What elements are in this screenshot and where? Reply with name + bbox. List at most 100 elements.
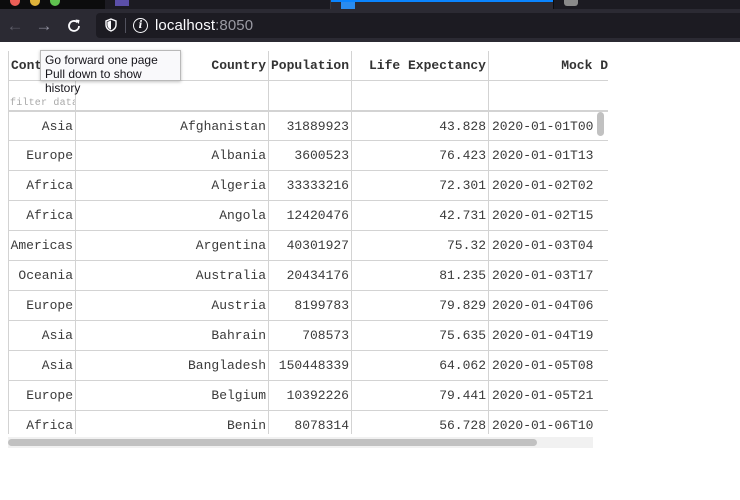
cell-continent[interactable]: Asia [8,351,76,381]
cell-continent[interactable]: Europe [8,141,76,171]
cell-life-expectancy[interactable]: 56.728 [352,411,489,434]
cell-mock-date[interactable]: 2020-01-06T10 [489,411,608,434]
cell-continent[interactable]: Europe [8,381,76,411]
cell-continent[interactable]: Africa [8,201,76,231]
cell-life-expectancy[interactable]: 79.441 [352,381,489,411]
browser-toolbar: ← → i localhost:8050 [0,9,740,42]
cell-mock-date[interactable]: 2020-01-05T08 [489,351,608,381]
table-row[interactable]: Europe Albania 3600523 76.423 2020-01-01T13 [8,141,608,171]
table-row[interactable]: Africa Algeria 33333216 72.301 2020-01-02T02 [8,171,608,201]
table-row[interactable]: Europe Belgium 10392226 79.441 2020-01-05T21 [8,381,608,411]
tab-favicon-icon [115,0,129,6]
cell-country[interactable]: Belgium [76,381,269,411]
minimize-window-button[interactable] [30,0,40,6]
cell-continent[interactable]: Asia [8,111,76,141]
cell-life-expectancy[interactable]: 75.635 [352,321,489,351]
cell-population[interactable]: 8078314 [269,411,352,434]
cell-country[interactable]: Afghanistan [76,111,269,141]
column-header-mock-date[interactable]: Mock D [489,51,608,81]
cell-life-expectancy[interactable]: 64.062 [352,351,489,381]
forward-button-tooltip: Go forward one page Pull down to show hi… [40,50,181,95]
horizontal-scrollbar-thumb[interactable] [8,439,537,446]
cell-population[interactable]: 31889923 [269,111,352,141]
filter-input-population[interactable] [269,81,352,111]
tab-strip [0,0,740,11]
cell-continent[interactable]: Europe [8,291,76,321]
cell-country[interactable]: Austria [76,291,269,321]
cell-life-expectancy[interactable]: 42.731 [352,201,489,231]
cell-continent[interactable]: Oceania [8,261,76,291]
cell-country[interactable]: Australia [76,261,269,291]
browser-tab[interactable] [554,0,740,9]
cell-life-expectancy[interactable]: 81.235 [352,261,489,291]
info-icon[interactable]: i [133,18,148,33]
cell-mock-date[interactable]: 2020-01-04T19 [489,321,608,351]
column-header-population[interactable]: Population [269,51,352,81]
table-row[interactable]: Africa Angola 12420476 42.731 2020-01-02T15 [8,201,608,231]
cell-continent[interactable]: Americas [8,231,76,261]
table-body: Asia Afghanistan 31889923 43.828 2020-01-01T… [8,111,608,434]
cell-mock-date[interactable]: 2020-01-02T15 [489,201,608,231]
table-row[interactable]: Americas Argentina 40301927 75.32 2020-01-03… [8,231,608,261]
cell-population[interactable]: 3600523 [269,141,352,171]
tab-favicon-icon [341,2,355,9]
cell-population[interactable]: 40301927 [269,231,352,261]
cell-population[interactable]: 12420476 [269,201,352,231]
close-window-button[interactable] [10,0,20,6]
cell-country[interactable]: Bangladesh [76,351,269,381]
filter-input-life-expectancy[interactable] [352,81,489,111]
arrow-right-icon: → [35,16,53,35]
table-row[interactable]: Europe Austria 8199783 79.829 2020-01-04T06 [8,291,608,321]
cell-mock-date[interactable]: 2020-01-01T13 [489,141,608,171]
cell-population[interactable]: 8199783 [269,291,352,321]
vertical-scrollbar-thumb[interactable] [597,112,604,136]
data-table: Cont Country Population Life Expectancy … [8,50,608,434]
url-text[interactable]: localhost:8050 [155,17,253,34]
cell-country[interactable]: Argentina [76,231,269,261]
cell-country[interactable]: Angola [76,201,269,231]
url-host: localhost [155,17,216,34]
cell-continent[interactable]: Asia [8,321,76,351]
cell-mock-date[interactable]: 2020-01-01T00 [489,111,608,141]
reload-icon [68,19,80,32]
cell-mock-date[interactable]: 2020-01-04T06 [489,291,608,321]
url-port: :8050 [215,17,254,34]
cell-mock-date[interactable]: 2020-01-05T21 [489,381,608,411]
cell-country[interactable]: Albania [76,141,269,171]
cell-life-expectancy[interactable]: 75.32 [352,231,489,261]
cell-population[interactable]: 33333216 [269,171,352,201]
shield-icon[interactable] [105,18,117,32]
urlbar-separator [125,18,126,33]
table-row[interactable]: Africa Benin 8078314 56.728 2020-01-06T10 [8,411,608,434]
cell-population[interactable]: 10392226 [269,381,352,411]
back-button[interactable]: ← [3,14,27,38]
zoom-window-button[interactable] [50,0,60,6]
reload-button[interactable] [62,14,86,38]
table-row[interactable]: Oceania Australia 20434176 81.235 2020-01-03… [8,261,608,291]
address-bar[interactable]: i localhost:8050 [96,13,740,38]
forward-button[interactable]: → [32,14,56,38]
cell-country[interactable]: Benin [76,411,269,434]
cell-life-expectancy[interactable]: 43.828 [352,111,489,141]
cell-country[interactable]: Algeria [76,171,269,201]
cell-mock-date[interactable]: 2020-01-03T17 [489,261,608,291]
cell-population[interactable]: 150448339 [269,351,352,381]
cell-population[interactable]: 20434176 [269,261,352,291]
cell-continent[interactable]: Africa [8,411,76,434]
cell-population[interactable]: 708573 [269,321,352,351]
cell-country[interactable]: Bahrain [76,321,269,351]
column-header-life-expectancy[interactable]: Life Expectancy [352,51,489,81]
cell-life-expectancy[interactable]: 79.829 [352,291,489,321]
table-row[interactable]: Asia Bahrain 708573 75.635 2020-01-04T19 [8,321,608,351]
browser-tab[interactable] [105,0,331,9]
table-row[interactable]: Asia Afghanistan 31889923 43.828 2020-01-01T… [8,111,608,141]
tab-favicon-icon [564,0,578,6]
table-row[interactable]: Asia Bangladesh 150448339 64.062 2020-01-05T… [8,351,608,381]
cell-mock-date[interactable]: 2020-01-02T02 [489,171,608,201]
filter-input-mock-date[interactable] [489,81,608,111]
cell-life-expectancy[interactable]: 72.301 [352,171,489,201]
cell-life-expectancy[interactable]: 76.423 [352,141,489,171]
cell-continent[interactable]: Africa [8,171,76,201]
cell-mock-date[interactable]: 2020-01-03T04 [489,231,608,261]
tooltip-line: Pull down to show history [45,67,142,95]
